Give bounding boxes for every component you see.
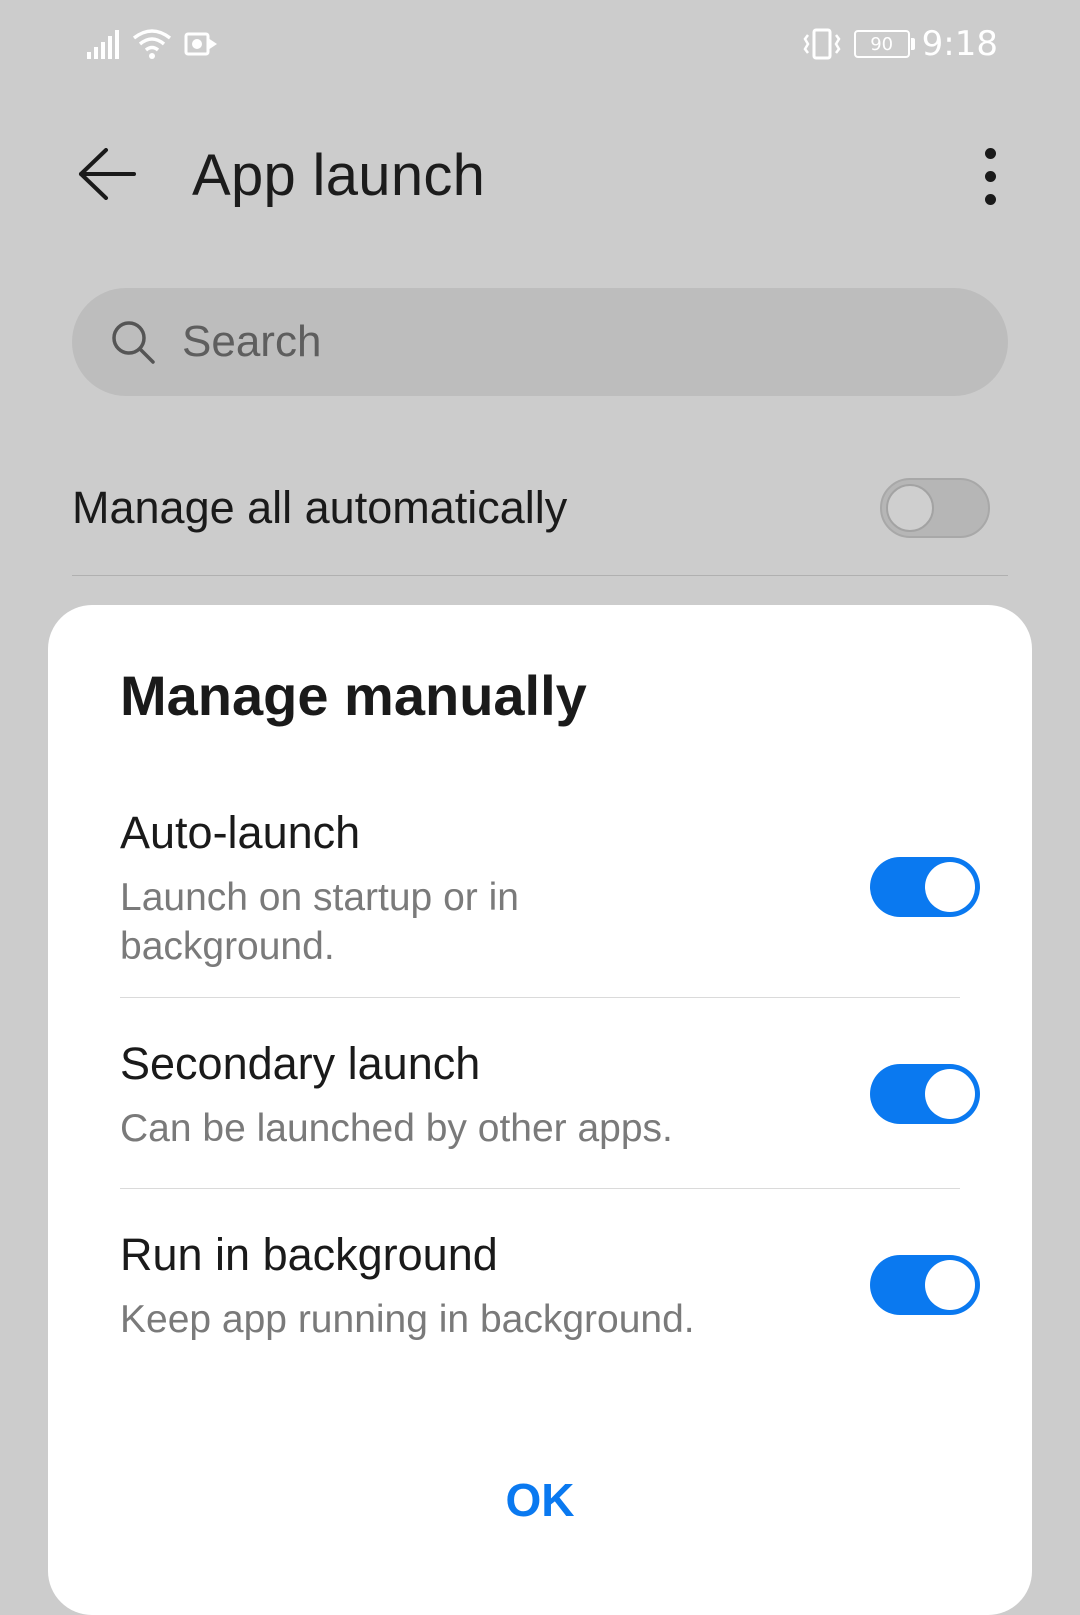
option-subtitle: Launch on startup or in background.	[120, 876, 519, 968]
battery-icon: 90	[853, 30, 915, 58]
notification-icon	[184, 32, 217, 56]
back-button[interactable]	[72, 142, 142, 206]
option-title: Secondary launch	[120, 1038, 481, 1089]
ok-button[interactable]: OK	[48, 1460, 1032, 1540]
vibrate-icon	[803, 28, 841, 60]
manage-all-row[interactable]: Manage all automatically	[72, 448, 1008, 568]
toggle-knob	[925, 862, 975, 912]
toggle-knob	[925, 1069, 975, 1119]
option-auto-launch[interactable]: Auto-launch Launch on startup or in back…	[120, 805, 980, 971]
signal-icon	[87, 30, 119, 59]
option-title: Auto-launch	[120, 807, 361, 858]
toggle-knob	[886, 484, 934, 532]
more-options-button[interactable]	[960, 140, 1020, 212]
more-vertical-icon	[984, 147, 996, 159]
option-subtitle: Can be launched by other apps.	[120, 1107, 673, 1150]
app-bar: App launch	[0, 120, 1080, 230]
search-bar[interactable]	[72, 288, 1008, 396]
manage-all-label: Manage all automatically	[72, 482, 568, 533]
status-bar: 90 9:18	[0, 0, 1080, 90]
divider	[72, 575, 1008, 576]
option-run-in-background[interactable]: Run in background Keep app running in ba…	[120, 1227, 980, 1344]
divider	[120, 997, 960, 998]
arrow-left-icon	[79, 148, 136, 200]
wifi-icon	[132, 29, 172, 59]
status-time: 9:18	[921, 24, 998, 64]
search-icon	[108, 317, 158, 367]
dialog-title: Manage manually	[120, 664, 587, 727]
manage-all-toggle[interactable]	[880, 478, 990, 538]
status-icons-left	[86, 28, 218, 60]
secondary-launch-toggle[interactable]	[870, 1064, 980, 1124]
status-icons-right: 90 9:18	[802, 24, 998, 64]
page-title: App launch	[192, 143, 486, 208]
option-subtitle: Keep app running in background.	[120, 1298, 695, 1341]
option-title: Run in background	[120, 1229, 498, 1280]
search-input[interactable]	[180, 316, 944, 368]
option-secondary-launch[interactable]: Secondary launch Can be launched by othe…	[120, 1036, 980, 1153]
battery-level: 90	[870, 33, 894, 55]
divider	[120, 1188, 960, 1189]
toggle-knob	[925, 1260, 975, 1310]
auto-launch-toggle[interactable]	[870, 857, 980, 917]
manage-manually-dialog: Manage manually Auto-launch Launch on st…	[48, 605, 1032, 1615]
run-in-background-toggle[interactable]	[870, 1255, 980, 1315]
